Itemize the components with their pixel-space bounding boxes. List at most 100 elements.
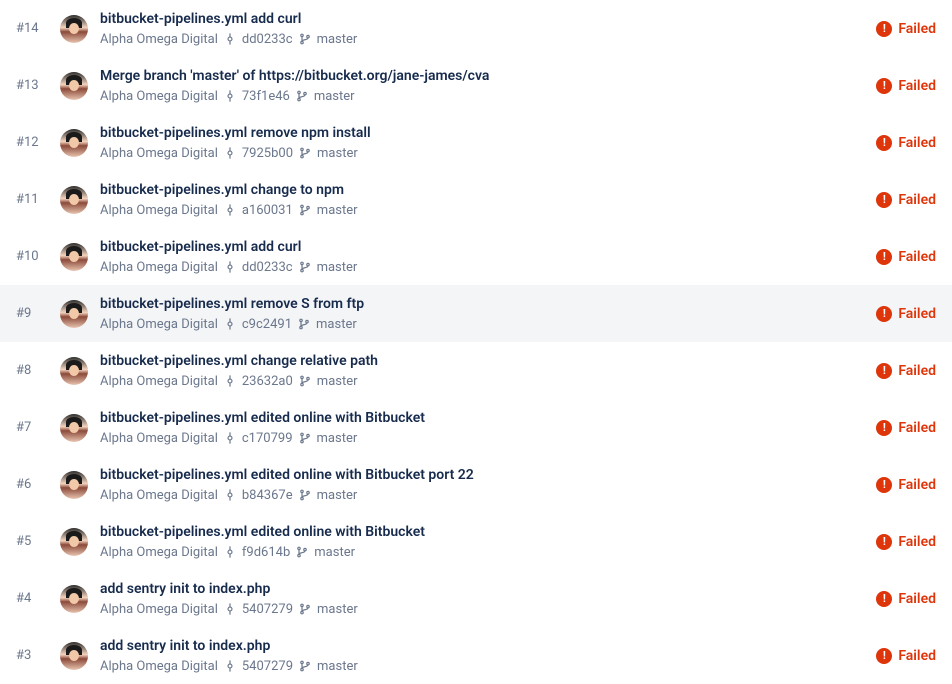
- branch-name[interactable]: master: [317, 431, 358, 446]
- status-badge[interactable]: ! Failed: [876, 78, 936, 94]
- branch-name[interactable]: master: [316, 317, 357, 332]
- commit-icon: [224, 318, 236, 330]
- status-badge[interactable]: ! Failed: [876, 648, 936, 664]
- failed-icon: !: [876, 249, 892, 265]
- avatar[interactable]: [60, 585, 88, 613]
- pipeline-row[interactable]: #3 add sentry init to index.php Alpha Om…: [0, 627, 952, 684]
- pipeline-title[interactable]: bitbucket-pipelines.yml add curl: [100, 238, 864, 256]
- avatar[interactable]: [60, 528, 88, 556]
- pipeline-title[interactable]: bitbucket-pipelines.yml edited online wi…: [100, 466, 864, 484]
- pipeline-meta: Alpha Omega Digital 73f1e46: [100, 89, 864, 104]
- commit-hash[interactable]: dd0233c: [242, 32, 293, 47]
- commit-hash[interactable]: 7925b00: [242, 146, 293, 161]
- avatar[interactable]: [60, 186, 88, 214]
- avatar[interactable]: [60, 243, 88, 271]
- author-name[interactable]: Alpha Omega Digital: [100, 659, 218, 674]
- avatar[interactable]: [60, 129, 88, 157]
- status-badge[interactable]: ! Failed: [876, 420, 936, 436]
- avatar[interactable]: [60, 414, 88, 442]
- status-badge[interactable]: ! Failed: [876, 306, 936, 322]
- branch-name[interactable]: master: [317, 602, 358, 617]
- status-badge[interactable]: ! Failed: [876, 591, 936, 607]
- run-number: #11: [16, 192, 48, 207]
- pipeline-row[interactable]: #6 bitbucket-pipelines.yml edited online…: [0, 456, 952, 513]
- pipeline-info: bitbucket-pipelines.yml add curl Alpha O…: [100, 10, 864, 46]
- author-name[interactable]: Alpha Omega Digital: [100, 32, 218, 47]
- commit-hash[interactable]: 73f1e46: [242, 89, 290, 104]
- run-number: #4: [16, 591, 48, 606]
- status-badge[interactable]: ! Failed: [876, 21, 936, 37]
- commit-hash[interactable]: c9c2491: [242, 317, 292, 332]
- author-name[interactable]: Alpha Omega Digital: [100, 89, 218, 104]
- pipeline-row[interactable]: #8 bitbucket-pipelines.yml change relati…: [0, 342, 952, 399]
- pipeline-title[interactable]: bitbucket-pipelines.yml add curl: [100, 10, 864, 28]
- author-name[interactable]: Alpha Omega Digital: [100, 317, 218, 332]
- status-badge[interactable]: ! Failed: [876, 363, 936, 379]
- pipeline-meta: Alpha Omega Digital 7925b00: [100, 146, 864, 161]
- commit-icon: [224, 33, 236, 45]
- pipeline-row[interactable]: #4 add sentry init to index.php Alpha Om…: [0, 570, 952, 627]
- avatar[interactable]: [60, 357, 88, 385]
- author-name[interactable]: Alpha Omega Digital: [100, 260, 218, 275]
- failed-icon: !: [876, 192, 892, 208]
- commit-icon: [224, 375, 236, 387]
- commit-hash[interactable]: a160031: [242, 203, 293, 218]
- pipeline-meta: Alpha Omega Digital c170799: [100, 431, 864, 446]
- author-name[interactable]: Alpha Omega Digital: [100, 374, 218, 389]
- branch-icon: [299, 660, 311, 672]
- commit-icon: [224, 204, 236, 216]
- author-name[interactable]: Alpha Omega Digital: [100, 602, 218, 617]
- branch-name[interactable]: master: [314, 89, 355, 104]
- commit-hash[interactable]: b84367e: [242, 488, 293, 503]
- status-badge[interactable]: ! Failed: [876, 477, 936, 493]
- pipeline-row[interactable]: #13 Merge branch 'master' of https://bit…: [0, 57, 952, 114]
- author-name[interactable]: Alpha Omega Digital: [100, 431, 218, 446]
- pipeline-title[interactable]: bitbucket-pipelines.yml remove S from ft…: [100, 295, 864, 313]
- pipeline-title[interactable]: bitbucket-pipelines.yml change relative …: [100, 352, 864, 370]
- commit-hash[interactable]: dd0233c: [242, 260, 293, 275]
- pipeline-row[interactable]: #10 bitbucket-pipelines.yml add curl Alp…: [0, 228, 952, 285]
- author-name[interactable]: Alpha Omega Digital: [100, 146, 218, 161]
- author-name[interactable]: Alpha Omega Digital: [100, 545, 218, 560]
- pipeline-title[interactable]: add sentry init to index.php: [100, 637, 864, 655]
- commit-hash[interactable]: 23632a0: [242, 374, 293, 389]
- branch-name[interactable]: master: [317, 146, 358, 161]
- branch-name[interactable]: master: [317, 203, 358, 218]
- avatar[interactable]: [60, 471, 88, 499]
- status-badge[interactable]: ! Failed: [876, 192, 936, 208]
- branch-icon: [299, 489, 311, 501]
- pipeline-title[interactable]: Merge branch 'master' of https://bitbuck…: [100, 67, 864, 85]
- pipeline-title[interactable]: bitbucket-pipelines.yml edited online wi…: [100, 523, 864, 541]
- branch-name[interactable]: master: [317, 260, 358, 275]
- avatar[interactable]: [60, 15, 88, 43]
- pipeline-row[interactable]: #9 bitbucket-pipelines.yml remove S from…: [0, 285, 952, 342]
- pipeline-row[interactable]: #12 bitbucket-pipelines.yml remove npm i…: [0, 114, 952, 171]
- pipeline-title[interactable]: bitbucket-pipelines.yml edited online wi…: [100, 409, 864, 427]
- branch-name[interactable]: master: [317, 32, 358, 47]
- status-badge[interactable]: ! Failed: [876, 135, 936, 151]
- pipeline-row[interactable]: #5 bitbucket-pipelines.yml edited online…: [0, 513, 952, 570]
- author-name[interactable]: Alpha Omega Digital: [100, 488, 218, 503]
- commit-hash[interactable]: 5407279: [242, 602, 293, 617]
- status-badge[interactable]: ! Failed: [876, 249, 936, 265]
- pipeline-title[interactable]: bitbucket-pipelines.yml remove npm insta…: [100, 124, 864, 142]
- branch-name[interactable]: master: [317, 659, 358, 674]
- run-number: #13: [16, 78, 48, 93]
- pipeline-row[interactable]: #14 bitbucket-pipelines.yml add curl Alp…: [0, 0, 952, 57]
- branch-name[interactable]: master: [314, 545, 355, 560]
- pipeline-row[interactable]: #7 bitbucket-pipelines.yml edited online…: [0, 399, 952, 456]
- author-name[interactable]: Alpha Omega Digital: [100, 203, 218, 218]
- avatar[interactable]: [60, 642, 88, 670]
- pipeline-title[interactable]: bitbucket-pipelines.yml change to npm: [100, 181, 864, 199]
- avatar[interactable]: [60, 300, 88, 328]
- branch-name[interactable]: master: [317, 488, 358, 503]
- status-badge[interactable]: ! Failed: [876, 534, 936, 550]
- avatar[interactable]: [60, 72, 88, 100]
- status-label: Failed: [898, 363, 936, 379]
- pipeline-row[interactable]: #11 bitbucket-pipelines.yml change to np…: [0, 171, 952, 228]
- commit-hash[interactable]: 5407279: [242, 659, 293, 674]
- commit-hash[interactable]: c170799: [242, 431, 293, 446]
- pipeline-title[interactable]: add sentry init to index.php: [100, 580, 864, 598]
- branch-name[interactable]: master: [317, 374, 358, 389]
- commit-hash[interactable]: f9d614b: [242, 545, 290, 560]
